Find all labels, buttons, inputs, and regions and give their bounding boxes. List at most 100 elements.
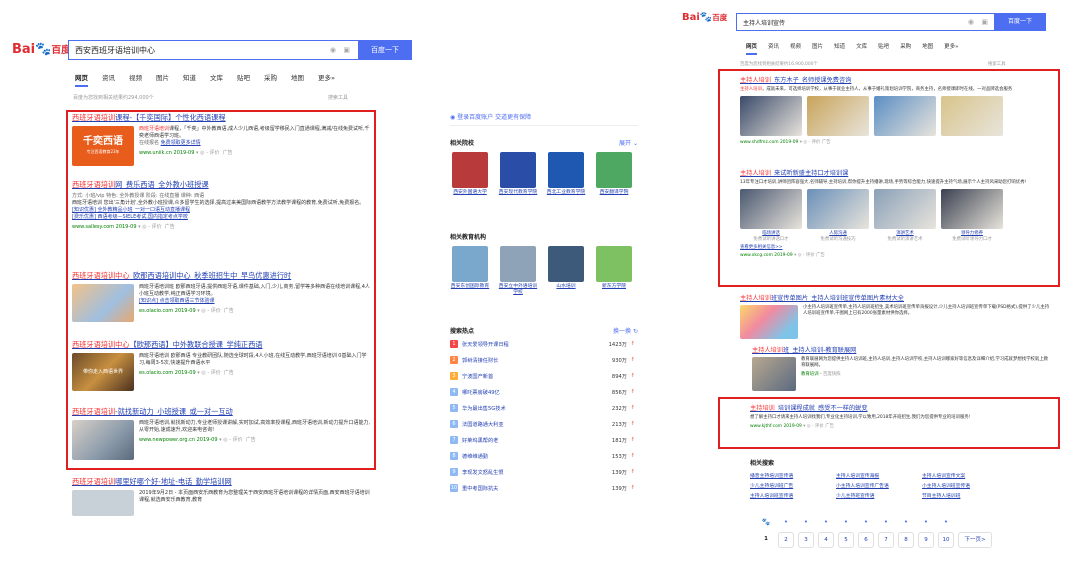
tab-6[interactable]: 贴吧 [237, 72, 250, 87]
tab-2[interactable]: 视频 [790, 42, 801, 55]
image-caption[interactable]: 演讲艺术 免费试听演讲艺术 [874, 231, 936, 243]
result-title[interactable]: 西班牙语培训哪里好哪个好-地址-电话_勤学培训网 [72, 477, 372, 487]
hot-search-item[interactable]: 4 哪吒票房破49亿 856万 ↑ [450, 386, 635, 398]
mic-icon[interactable]: ◉ [968, 18, 974, 26]
tab-1[interactable]: 资讯 [768, 42, 779, 55]
hot-search-item[interactable]: 6 法国道路通大利亚 213万 ↑ [450, 418, 635, 430]
hot-search-item[interactable]: 2 郭树清接任财长 930万 ↑ [450, 354, 635, 366]
hot-search-item[interactable]: 10 重中考国际抗夫 139万 ↑ [450, 482, 635, 494]
page-5[interactable]: 5 [838, 532, 854, 548]
image-caption[interactable]: 临场讲话 免费试听讲话口才 [740, 231, 802, 243]
result-url[interactable]: es.olacio.com 2019-09 ▾ ◎ - 评价 广告 [139, 369, 372, 376]
hot-search-item[interactable]: 7 好莱坞黑帮的老 181万 ↑ [450, 434, 635, 446]
result-title[interactable]: 西班牙语培训中心_欧那西语培训中心_秋季班招生中_早鸟优惠进行时 [72, 271, 372, 281]
result-thumbnail[interactable] [72, 284, 134, 322]
result-image[interactable] [941, 96, 1003, 136]
page-6[interactable]: 6 [858, 532, 874, 548]
tab-9[interactable]: 更多» [318, 72, 335, 87]
hot-search-item[interactable]: 9 李现发文怒乱生恨 139万 ↑ [450, 466, 635, 478]
tab-8[interactable]: 地图 [291, 72, 304, 87]
result-title[interactable]: 西班牙语培训-就找新动力_小班授课_或一对一互动 [72, 407, 372, 417]
result-url[interactable]: 教育培训 - 百度快照 [801, 371, 1052, 377]
tab-0[interactable]: 网页 [746, 42, 758, 55]
image-caption[interactable]: 人际沟通 免费试听沟通技巧 [807, 231, 869, 243]
tab-4[interactable]: 知道 [183, 72, 196, 87]
hot-search-item[interactable]: 5 华为最出售5G技术 232万 ↑ [450, 402, 635, 414]
related-search-link[interactable]: 主持人培训宣传文案 [922, 472, 1008, 479]
result-title[interactable]: 西班牙语培训网_费乐西语_全外教小班授课 [72, 180, 372, 190]
page-9[interactable]: 9 [918, 532, 934, 548]
related-search-link[interactable]: 小主持人培训宣传广告语 [836, 482, 922, 489]
camera-icon[interactable]: ▣ [343, 46, 350, 54]
related-search-link[interactable]: 主持人培训班宣传语 [750, 492, 836, 499]
result-image[interactable] [740, 189, 802, 229]
result-url[interactable]: www.uniik.cn 2019-09 ▾ ◎ - 评价 广告 [139, 149, 372, 156]
hot-search-item[interactable]: 1 张天爱领导开课日程 1423万 ↑ [450, 338, 635, 350]
tab-1[interactable]: 资讯 [102, 72, 115, 87]
page-4[interactable]: 4 [818, 532, 834, 548]
result-sublink[interactable]: [费乐优惠] 西语考级—SIELE考试,国内指定考点学校 [72, 214, 372, 221]
result-url[interactable]: www.shdfmz.com 2019-09 ▾ ◎ - 评价 广告 [740, 139, 1050, 145]
result-title[interactable]: 主持人培训班宣传单图片_主持人培训班宣传单图片素材大全 [740, 293, 1050, 302]
result-title[interactable]: 西班牙语培训中心【欧那西语】中外教联合授课_学纯正西语 [72, 340, 372, 350]
image-caption[interactable]: 领导力修养 免费试听领导力口才 [941, 231, 1003, 243]
result-url[interactable]: www.newpower.org.cn 2019-09 ▾ ◎ - 评价 广告 [139, 436, 372, 443]
result-url[interactable]: es.olacio.com 2019-09 ▾ ◎ - 评价 广告 [139, 307, 372, 314]
tab-4[interactable]: 知道 [834, 42, 845, 55]
tab-0[interactable]: 网页 [75, 72, 88, 87]
related-school[interactable]: 西安翻译学院 [594, 152, 634, 196]
login-prompt[interactable]: ◉ 登录百度账户 交道更有保障 [450, 112, 638, 126]
result-image[interactable] [807, 96, 869, 136]
related-search-link[interactable]: 节目主持人培训班 [922, 492, 1008, 499]
tab-6[interactable]: 贴吧 [878, 42, 889, 55]
result-title[interactable]: 主持人培训班_主持人培训-教育联展网 [752, 345, 1052, 354]
tab-7[interactable]: 采购 [900, 42, 911, 55]
related-search-link[interactable]: 播音主持培训宣传语 [750, 472, 836, 479]
related-school[interactable]: 西安现代教育学院 [498, 152, 538, 196]
tab-5[interactable]: 文库 [856, 42, 867, 55]
result-sublink[interactable]: 免费领取更多详情 [161, 140, 201, 146]
baidu-logo[interactable]: Bai🐾百度 [682, 12, 727, 23]
result-sublink[interactable]: [知识优惠] 全外教精品小班_一对一口语互动直播课程 [72, 207, 372, 214]
result-sublink[interactable]: [知识点] 点击领取西语三节体验课 [139, 298, 372, 305]
result-title[interactable]: 主持人培训_东方木子_名师授课免费咨询 [740, 75, 1050, 84]
related-school[interactable]: 西安外国语大学 [450, 152, 490, 196]
search-tools-link[interactable]: 搜索工具 [988, 61, 1006, 67]
related-org[interactable]: 西安立中外语培训学校 [498, 246, 538, 296]
related-org[interactable]: 山水培训 [546, 246, 586, 290]
result-url[interactable]: www.xkcg.com 2019-09 ▾ ◎ - 评价 广告 [740, 252, 1050, 258]
more-info-link[interactable]: 查看更多相关信息>> [740, 245, 1050, 251]
result-thumbnail[interactable] [752, 357, 796, 391]
search-tools-link[interactable]: 搜索工具 [328, 94, 348, 101]
related-search-link[interactable]: 少儿主持班宣传语 [836, 492, 922, 499]
search-input[interactable]: 西安西班牙语培训中心 ◉ ▣ [68, 40, 358, 60]
result-thumbnail[interactable]: 千奕西语 专注西语教育23年 [72, 126, 134, 166]
result-image[interactable] [807, 189, 869, 229]
search-input[interactable]: 主持人培训宣传 ◉ ▣ [736, 13, 994, 31]
search-button[interactable]: 百度一下 [994, 13, 1046, 31]
result-image[interactable] [941, 189, 1003, 229]
result-thumbnail[interactable]: 带你走入西语世界 [72, 353, 134, 391]
mic-icon[interactable]: ◉ [330, 46, 336, 54]
next-page-button[interactable]: 下一页> [958, 532, 992, 548]
refresh-link[interactable]: 换一换 ↻ [613, 326, 638, 335]
result-thumbnail[interactable] [740, 305, 798, 339]
page-8[interactable]: 8 [898, 532, 914, 548]
result-url[interactable]: www.kjthf.com 2019-09 ▾ ◎ - 评价 广告 [750, 423, 1050, 429]
related-org[interactable]: 新东方学院 [594, 246, 634, 290]
result-url[interactable]: www.sallesy.com 2019-09 ▾ ◎ - 评价 广告 [72, 223, 372, 230]
result-image[interactable] [740, 96, 802, 136]
hot-search-item[interactable]: 8 德维维通勤 153万 ↑ [450, 450, 635, 462]
tab-3[interactable]: 图片 [812, 42, 823, 55]
hot-search-item[interactable]: 3 宁波国产新首 894万 ↑ [450, 370, 635, 382]
result-thumbnail[interactable] [72, 420, 134, 460]
result-thumbnail[interactable] [72, 490, 134, 516]
tab-5[interactable]: 文库 [210, 72, 223, 87]
tab-3[interactable]: 图片 [156, 72, 169, 87]
related-search-link[interactable]: 主持人培训宣传海报 [836, 472, 922, 479]
camera-icon[interactable]: ▣ [981, 18, 988, 26]
tab-8[interactable]: 地图 [922, 42, 933, 55]
page-10[interactable]: 10 [938, 532, 954, 548]
tab-2[interactable]: 视频 [129, 72, 142, 87]
tab-7[interactable]: 采购 [264, 72, 277, 87]
